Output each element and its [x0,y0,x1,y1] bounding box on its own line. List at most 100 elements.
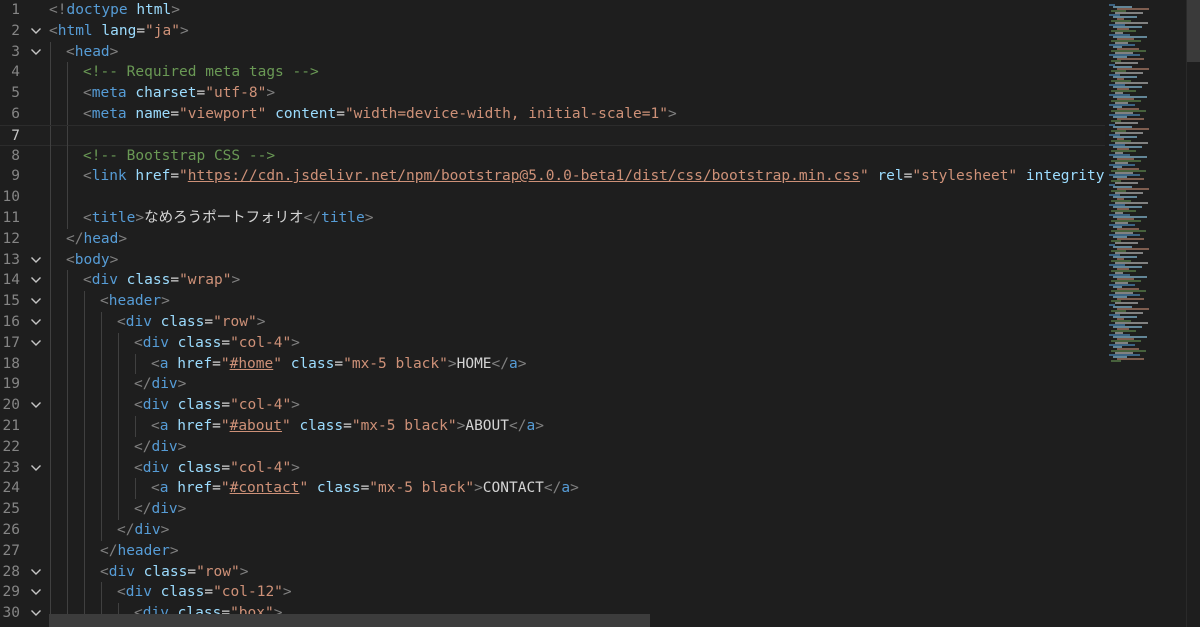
code-token: = [212,418,221,434]
code-line[interactable]: 2 <html lang="ja"> [0,21,1105,42]
code-line[interactable]: 20 <div class="col-4"> [0,395,1105,416]
code-line[interactable]: 28 <div class="row"> [0,561,1105,583]
code-line[interactable]: 17 <div class="col-4"> [0,332,1105,354]
code-line[interactable]: 7 [0,124,1105,147]
minimap[interactable] [1105,0,1185,627]
indent-guide [101,457,102,479]
code-line[interactable]: 19 </div> [0,374,1105,396]
code-line[interactable]: 27 </header> [0,540,1105,562]
indent-guide [118,436,119,458]
code-token: > [535,418,544,434]
minimap-line [1111,360,1121,362]
code-line[interactable]: 18 <a href="#home" class="mx-5 black">HOM… [0,353,1105,375]
code-line[interactable]: 4 <!-- Required meta tags --> [0,62,1105,84]
code-line[interactable]: 29 <div class="col-12"> [0,582,1105,604]
code-token: header [117,542,170,559]
code-token: < [117,584,126,601]
chevron-down-icon[interactable] [28,250,44,271]
indent-guide [84,374,85,396]
code-line[interactable]: 10 [0,187,1105,208]
code-token: class [160,314,205,330]
code-text: <header> [100,291,170,312]
code-line[interactable]: 15 <header> [0,291,1105,312]
chevron-down-icon[interactable] [28,458,44,479]
code-editor[interactable]: 1 <!doctype html> 2 <html lang="ja"> 3 <head>… [0,0,1200,627]
code-line[interactable]: 8 <!-- Bootstrap CSS --> [0,145,1105,167]
code-line[interactable]: 11 <title>なめろうポートフォリオ</title> [0,208,1105,229]
code-line[interactable]: 14 <div class="wrap"> [0,270,1105,292]
line-number: 22 [2,438,20,455]
chevron-down-icon[interactable] [28,42,44,63]
line-number: 19 [2,376,20,393]
code-token: > [177,501,187,518]
indent-guide [67,416,68,437]
chevron-down-icon[interactable] [28,562,44,583]
indent-guide [84,499,85,520]
code-line[interactable]: 9 <link href="https://cdn.jsdelivr.net/np… [0,166,1157,188]
code-line[interactable]: 1 <!doctype html> [0,0,1105,21]
chevron-down-icon[interactable] [28,291,44,312]
indent-guide [50,83,51,104]
code-line[interactable]: 23 <div class="col-4"> [0,457,1105,479]
indent-guide [67,436,68,458]
indent-guide [118,353,119,375]
indent-guide [67,145,68,167]
code-token: div [125,314,152,330]
indent-guide [84,582,85,604]
code-token: > [177,438,187,455]
code-line[interactable]: 25 </div> [0,499,1105,520]
chevron-down-icon[interactable] [28,395,44,416]
code-token: "col-4" [230,397,292,414]
code-token: </ [543,480,562,497]
indent-guide [84,561,85,583]
chevron-down-icon[interactable] [28,21,44,42]
vertical-scrollbar-track[interactable] [1186,0,1200,627]
code-token: < [83,106,92,122]
code-line[interactable]: 3 <head> [0,41,1105,63]
indent-guide [67,540,68,562]
code-token: div [151,376,178,393]
indent-guide [50,270,51,292]
chevron-down-icon[interactable] [28,333,44,354]
code-token: = [204,314,214,330]
code-token: > [177,376,187,393]
chevron-down-icon[interactable] [28,603,44,624]
chevron-down-icon[interactable] [28,582,44,603]
code-token: </ [134,376,152,393]
code-token: body [74,251,110,268]
chevron-down-icon[interactable] [28,312,44,333]
code-token: head [83,230,119,247]
code-line[interactable]: 12 </head> [0,228,1105,250]
code-token: "viewport" [179,106,267,122]
code-token: div [142,459,169,476]
code-token: > [169,542,179,559]
indent-guide [67,499,68,520]
code-line[interactable]: 22 </div> [0,436,1105,458]
line-number: 2 [11,22,20,39]
indent-guide [135,353,136,375]
code-token: < [66,43,75,60]
indent-guide [101,436,102,458]
code-line[interactable]: 21 <a href="#about" class="mx-5 black">AB… [0,416,1105,437]
code-line[interactable]: 26 </div> [0,520,1105,541]
code-token: = [212,480,221,497]
horizontal-scrollbar-thumb[interactable] [49,614,650,627]
code-line[interactable]: 6 <meta name="viewport" content="width=de… [0,104,1105,125]
indent-guide [67,291,68,312]
code-token: "row" [196,563,240,580]
code-line[interactable]: 16 <div class="row"> [0,312,1105,333]
code-text: <meta charset="utf-8"> [83,83,275,104]
code-line[interactable]: 24 <a href="#contact" class="mx-5 black">… [0,478,1105,500]
vertical-scrollbar-thumb[interactable] [1187,0,1200,62]
indent-guide [67,582,68,604]
code-line[interactable]: 5 <meta charset="utf-8"> [0,83,1105,104]
chevron-down-icon[interactable] [28,270,44,291]
code-text: </div> [134,499,186,520]
code-line[interactable]: 13 <body> [0,249,1105,271]
code-token: > [160,522,170,538]
code-token: head [74,43,110,60]
indent-guide [67,374,68,396]
